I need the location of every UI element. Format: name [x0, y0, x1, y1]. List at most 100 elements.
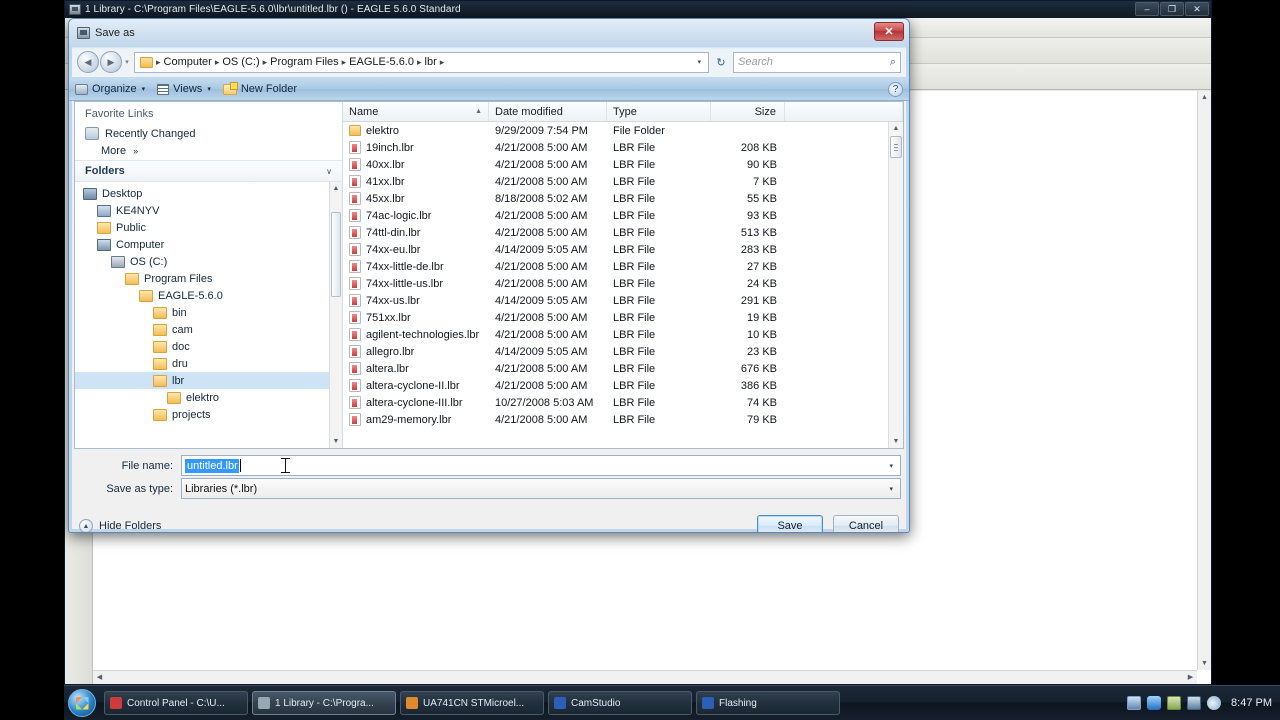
file-row[interactable]: altera-cyclone-II.lbr 4/21/2008 5:00 AM LB…	[343, 377, 888, 394]
tree-node-program-files[interactable]: Program Files	[75, 270, 342, 287]
scroll-left-arrow-icon[interactable]: ◀	[93, 671, 106, 684]
tree-node-eagle-5-6-0[interactable]: EAGLE-5.6.0	[75, 287, 342, 304]
network-icon[interactable]	[1187, 696, 1202, 710]
file-row[interactable]: 40xx.lbr 4/21/2008 5:00 AM LBR File 90 KB	[343, 156, 888, 173]
scroll-down-arrow-icon[interactable]: ▼	[330, 435, 342, 448]
recent-locations-chevron-icon[interactable]: ▾	[122, 58, 132, 66]
eagle-vertical-scrollbar[interactable]: ▲ ▼	[1197, 91, 1211, 670]
sidebar-more-button[interactable]: More »	[75, 143, 342, 160]
tree-node-os-c[interactable]: OS (C:)	[75, 253, 342, 270]
eagle-horizontal-scrollbar[interactable]: ◀ ▶	[93, 670, 1197, 684]
minimize-button[interactable]: –	[1135, 2, 1159, 16]
file-row[interactable]: 41xx.lbr 4/21/2008 5:00 AM LBR File 7 KB	[343, 173, 888, 190]
file-row[interactable]: 74xx-little-de.lbr 4/21/2008 5:00 AM LBR F…	[343, 258, 888, 275]
filename-input[interactable]: untitled.lbr ▾	[181, 455, 901, 476]
tree-node-ke4nyv[interactable]: KE4NYV	[75, 202, 342, 219]
breadcrumb-item-os-c[interactable]: OS (C:)	[220, 56, 261, 68]
scrollbar-thumb[interactable]	[331, 212, 341, 297]
folders-header[interactable]: Folders ∨	[75, 160, 342, 182]
file-row[interactable]: am29-memory.lbr 4/21/2008 5:00 AM LBR File…	[343, 411, 888, 428]
file-row[interactable]: 74xx-us.lbr 4/14/2009 5:05 AM LBR File 291 …	[343, 292, 888, 309]
monitor-icon[interactable]	[1127, 696, 1142, 710]
organize-button[interactable]: Organize ▾	[75, 83, 145, 95]
start-button[interactable]	[68, 689, 96, 717]
bluetooth-icon[interactable]	[1147, 696, 1162, 710]
taskbar-button[interactable]: UA741CN STMicroel...	[400, 691, 544, 715]
file-row[interactable]: 751xx.lbr 4/21/2008 5:00 AM LBR File 19 KB	[343, 309, 888, 326]
tree-node-projects[interactable]: projects	[75, 406, 342, 423]
file-list-scrollbar[interactable]: ▲ ▼	[888, 122, 903, 448]
address-bar[interactable]: ▸ Computer ▸ OS (C:) ▸ Program Files ▸ E…	[134, 51, 709, 73]
clock[interactable]: 8:47 PM	[1231, 697, 1272, 709]
tree-node-public[interactable]: Public	[75, 219, 342, 236]
scroll-down-arrow-icon[interactable]: ▼	[1198, 657, 1211, 670]
file-row[interactable]: 74ttl-din.lbr 4/21/2008 5:00 AM LBR File 51…	[343, 224, 888, 241]
scroll-up-arrow-icon[interactable]: ▲	[1198, 91, 1211, 104]
battery-icon[interactable]	[1167, 696, 1182, 710]
close-button[interactable]: ✕	[1185, 2, 1209, 16]
file-row[interactable]: 45xx.lbr 8/18/2008 5:02 AM LBR File 55 KB	[343, 190, 888, 207]
file-row[interactable]: 19inch.lbr 4/21/2008 5:00 AM LBR File 208 K…	[343, 139, 888, 156]
refresh-icon[interactable]: ↻	[711, 52, 731, 73]
tree-node-elektro[interactable]: elektro	[75, 389, 342, 406]
file-row[interactable]: altera-cyclone-III.lbr 10/27/2008 5:03 AM…	[343, 394, 888, 411]
scroll-up-arrow-icon[interactable]: ▲	[330, 182, 342, 195]
address-dropdown-chevron-icon[interactable]: ▾	[692, 58, 706, 66]
views-button[interactable]: Views ▾	[157, 83, 211, 95]
user-icon	[97, 204, 111, 217]
breadcrumb-item-eagle[interactable]: EAGLE-5.6.0	[347, 56, 416, 68]
taskbar-button[interactable]: CamStudio	[548, 691, 692, 715]
column-header-size[interactable]: Size	[711, 102, 785, 121]
taskbar-button[interactable]: Control Panel - C:\U...	[104, 691, 248, 715]
favorite-links-header: Favorite Links	[85, 108, 154, 120]
forward-button[interactable]: ▶	[100, 51, 122, 73]
search-input[interactable]: Search ⌕	[733, 51, 901, 73]
breadcrumb-item-program-files[interactable]: Program Files	[268, 56, 340, 68]
file-name-cell: 40xx.lbr	[343, 158, 489, 171]
dialog-close-button[interactable]: ✕	[874, 22, 904, 41]
file-row[interactable]: elektro 9/29/2009 7:54 PM File Folder	[343, 122, 888, 139]
filetype-select[interactable]: Libraries (*.lbr) ▾	[181, 478, 901, 499]
column-header-name[interactable]: Name ▲	[343, 102, 489, 121]
sidebar-item-recently-changed[interactable]: Recently Changed	[75, 124, 342, 143]
file-row[interactable]: altera.lbr 4/21/2008 5:00 AM LBR File 676 K…	[343, 360, 888, 377]
file-row[interactable]: 74xx-eu.lbr 4/14/2009 5:05 AM LBR File 283 …	[343, 241, 888, 258]
file-row[interactable]: agilent-technologies.lbr 4/21/2008 5:00 A…	[343, 326, 888, 343]
file-row[interactable]: 74ac-logic.lbr 4/21/2008 5:00 AM LBR File 9…	[343, 207, 888, 224]
new-folder-button[interactable]: New Folder	[222, 81, 297, 95]
scroll-down-arrow-icon[interactable]: ▼	[889, 435, 903, 448]
file-date: 4/21/2008 5:00 AM	[495, 209, 588, 222]
tree-node-label: lbr	[172, 374, 185, 387]
tree-node-dru[interactable]: dru	[75, 355, 342, 372]
folder-icon	[125, 272, 139, 285]
file-row[interactable]: 74xx-little-us.lbr 4/21/2008 5:00 AM LBR F…	[343, 275, 888, 292]
tree-node-computer[interactable]: Computer	[75, 236, 342, 253]
tree-node-desktop[interactable]: Desktop	[75, 185, 342, 202]
scroll-up-arrow-icon[interactable]: ▲	[889, 122, 903, 135]
cancel-button[interactable]: Cancel	[833, 515, 899, 532]
save-button[interactable]: Save	[757, 515, 823, 532]
tree-node-cam[interactable]: cam	[75, 321, 342, 338]
file-type: LBR File	[613, 294, 656, 307]
scrollbar-thumb[interactable]	[890, 136, 902, 158]
taskbar-button[interactable]: 1 Library - C:\Progra...	[252, 691, 396, 715]
scroll-right-arrow-icon[interactable]: ▶	[1184, 671, 1197, 684]
hide-folders-button[interactable]: ▲ Hide Folders	[79, 519, 161, 532]
maximize-button[interactable]: ❐	[1160, 2, 1184, 16]
help-icon[interactable]: ?	[888, 81, 903, 97]
file-row[interactable]: allegro.lbr 4/14/2009 5:05 AM LBR File 23 K…	[343, 343, 888, 360]
chevron-down-icon[interactable]: ▾	[884, 485, 898, 493]
tree-node-bin[interactable]: bin	[75, 304, 342, 321]
file-size: 55 KB	[747, 192, 777, 205]
breadcrumb-item-lbr[interactable]: lbr	[423, 56, 439, 68]
back-button[interactable]: ◀	[77, 51, 99, 73]
breadcrumb-item-computer[interactable]: Computer	[162, 56, 214, 68]
tree-node-lbr[interactable]: lbr	[75, 372, 342, 389]
volume-icon[interactable]	[1207, 696, 1222, 710]
column-header-type[interactable]: Type	[607, 102, 711, 121]
taskbar-button[interactable]: Flashing	[696, 691, 840, 715]
folder-tree-scrollbar[interactable]: ▲ ▼	[329, 182, 342, 448]
column-header-date-modified[interactable]: Date modified	[489, 102, 607, 121]
tree-node-doc[interactable]: doc	[75, 338, 342, 355]
chevron-down-icon[interactable]: ▾	[884, 462, 898, 470]
